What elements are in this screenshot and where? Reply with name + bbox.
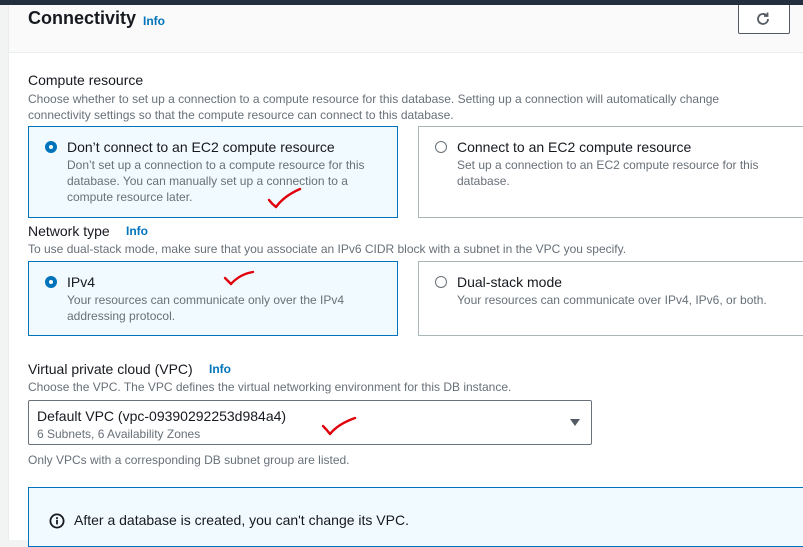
panel-header: Connectivity Info <box>9 5 803 53</box>
vpc-description: Choose the VPC. The VPC defines the virt… <box>28 380 512 394</box>
vpc-selected-detail: 6 Subnets, 6 Availability Zones <box>37 427 201 441</box>
vpc-selected-value: Default VPC (vpc-09390292253d984a4) <box>37 408 287 424</box>
vpc-constraint-text: Only VPCs with a corresponding DB subnet… <box>28 453 350 467</box>
option-description: Set up a connection to an EC2 compute re… <box>457 158 759 188</box>
check-annotation-icon <box>267 187 302 209</box>
refresh-button[interactable] <box>738 5 790 34</box>
vpc-label: Virtual private cloud (VPC) <box>28 361 193 377</box>
network-type-info-link[interactable]: Info <box>126 224 148 238</box>
alert-text: After a database is created, you can't c… <box>74 512 409 528</box>
compute-resource-label: Compute resource <box>28 72 144 88</box>
vpc-info-link[interactable]: Info <box>209 362 231 376</box>
option-description: Your resources can communicate only over… <box>67 293 345 323</box>
network-type-label: Network type <box>28 223 110 239</box>
option-title: Don’t connect to an EC2 compute resource <box>67 139 335 155</box>
option-title: Connect to an EC2 compute resource <box>457 139 692 155</box>
radio-connect-ec2[interactable] <box>435 141 447 153</box>
info-alert: After a database is created, you can't c… <box>28 487 803 547</box>
vpc-select[interactable]: Default VPC (vpc-09390292253d984a4) 6 Su… <box>28 400 592 445</box>
compute-resource-description: Choose whether to set up a connection to… <box>28 92 720 122</box>
check-annotation-icon <box>321 416 357 436</box>
network-type-description: To use dual-stack mode, make sure that y… <box>28 242 627 256</box>
connectivity-panel: Connectivity Info Compute resource Choos… <box>8 5 803 547</box>
option-connect-ec2[interactable]: Connect to an EC2 compute resource Set u… <box>418 126 803 218</box>
radio-dont-connect-ec2[interactable] <box>45 141 57 153</box>
caret-down-icon <box>570 419 580 426</box>
section-info-link[interactable]: Info <box>143 14 165 28</box>
option-title: Dual-stack mode <box>457 274 563 290</box>
option-dual-stack[interactable]: Dual-stack mode Your resources can commu… <box>418 261 803 336</box>
section-title: Connectivity <box>28 8 137 28</box>
refresh-icon <box>757 12 769 25</box>
radio-ipv4[interactable] <box>45 276 57 288</box>
check-annotation-icon <box>223 270 255 286</box>
radio-dual-stack[interactable] <box>435 276 447 288</box>
info-circle-icon <box>49 513 65 529</box>
option-description: Your resources can communicate over IPv4… <box>457 293 767 307</box>
option-ipv4[interactable]: IPv4 Your resources can communicate only… <box>28 261 398 336</box>
option-dont-connect-ec2[interactable]: Don’t connect to an EC2 compute resource… <box>28 126 398 218</box>
option-description: Don’t set up a connection to a compute r… <box>67 158 365 204</box>
option-title: IPv4 <box>67 274 96 290</box>
